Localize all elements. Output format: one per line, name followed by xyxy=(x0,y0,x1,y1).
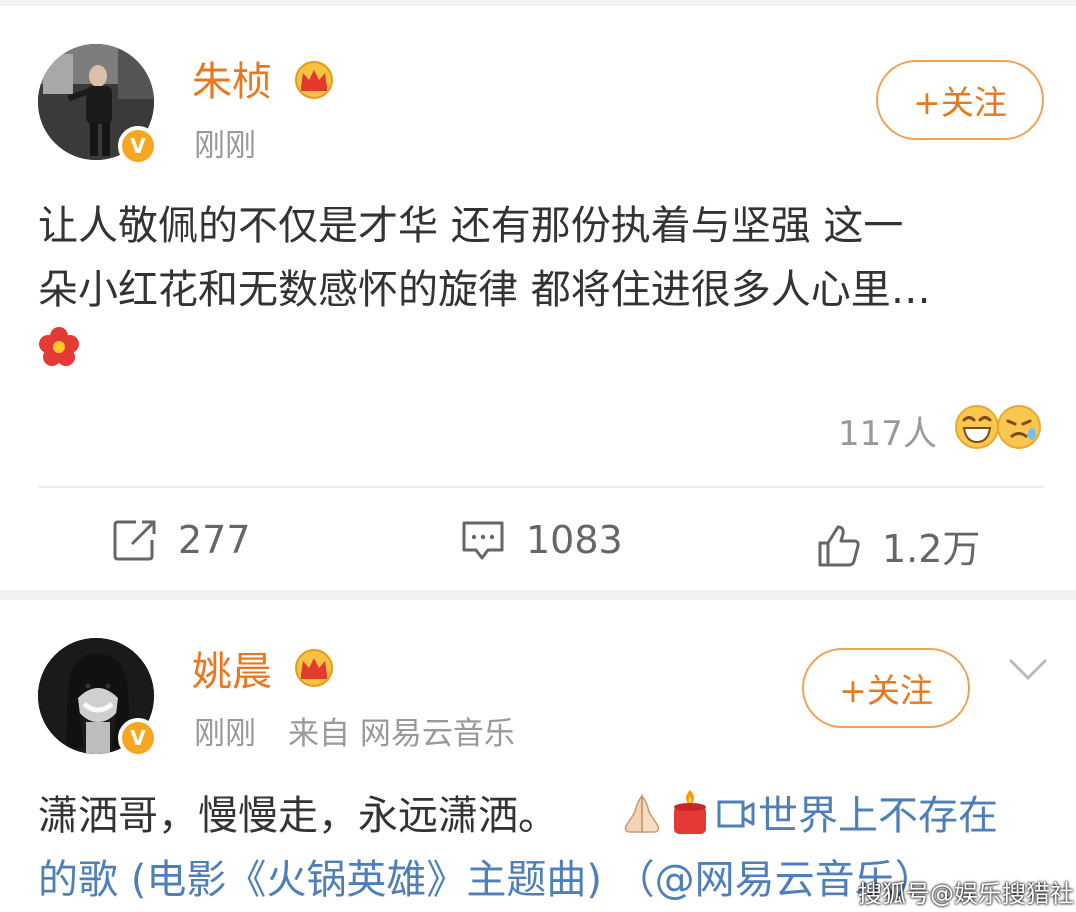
crown-vip-icon[interactable] xyxy=(292,648,336,688)
post-separator xyxy=(0,590,1076,600)
post-text-line: 的歌 (电影《火锅英雄》主题曲) （@网易云音乐） xyxy=(38,848,935,912)
verified-v-icon: V xyxy=(118,718,158,758)
post-source[interactable]: 来自 网易云音乐 xyxy=(288,714,515,754)
follow-button[interactable]: +关注 xyxy=(802,648,970,728)
post-text-line: 潇洒哥，慢慢走，永远潇洒。 xyxy=(38,784,558,848)
like-count: 1.2万 xyxy=(882,527,981,571)
laugh-emoji-icon[interactable] xyxy=(954,404,1000,450)
top-divider xyxy=(0,0,1076,6)
post-time: 刚刚 xyxy=(194,716,256,752)
repost-button[interactable]: 277 xyxy=(112,518,251,562)
author-name[interactable]: 朱桢 xyxy=(192,58,272,106)
follow-button[interactable]: +关注 xyxy=(876,60,1044,140)
post-text-line: 让人敬佩的不仅是才华 还有那份执着与坚强 这一 xyxy=(38,203,904,249)
music-link[interactable]: 的歌 (电影《火锅英雄》主题曲) xyxy=(38,857,602,903)
post-time: 刚刚 xyxy=(194,128,256,164)
chevron-down-icon[interactable] xyxy=(1006,656,1050,682)
post-text-plain: 潇洒哥，慢慢走，永远潇洒。 xyxy=(38,793,558,839)
repost-count: 277 xyxy=(178,518,251,562)
red-flower-icon xyxy=(39,327,79,366)
sad-emoji-icon[interactable] xyxy=(996,404,1042,450)
video-link-icon[interactable] xyxy=(716,796,756,832)
watermark: 搜狐号@娱乐搜猎社 xyxy=(858,880,1074,908)
comment-count: 1083 xyxy=(526,518,623,562)
post-text-line: 朵小红花和无数感怀的旋律 都将住进很多人心里… xyxy=(38,267,931,313)
repost-icon xyxy=(113,520,156,561)
verified-v-icon: V xyxy=(118,126,158,166)
crown-vip-icon[interactable] xyxy=(292,60,336,100)
comment-button[interactable]: 1083 xyxy=(460,518,623,562)
comment-icon xyxy=(462,521,504,560)
divider xyxy=(38,486,1044,488)
author-name[interactable]: 姚晨 xyxy=(192,648,272,696)
reaction-count[interactable]: 117人 xyxy=(838,406,937,455)
pray-hands-icon xyxy=(624,793,660,833)
like-button[interactable]: 1.2万 xyxy=(816,518,980,573)
like-icon xyxy=(818,525,860,566)
candle-icon xyxy=(674,790,706,834)
music-link[interactable]: 世界上不存在 xyxy=(758,784,998,848)
